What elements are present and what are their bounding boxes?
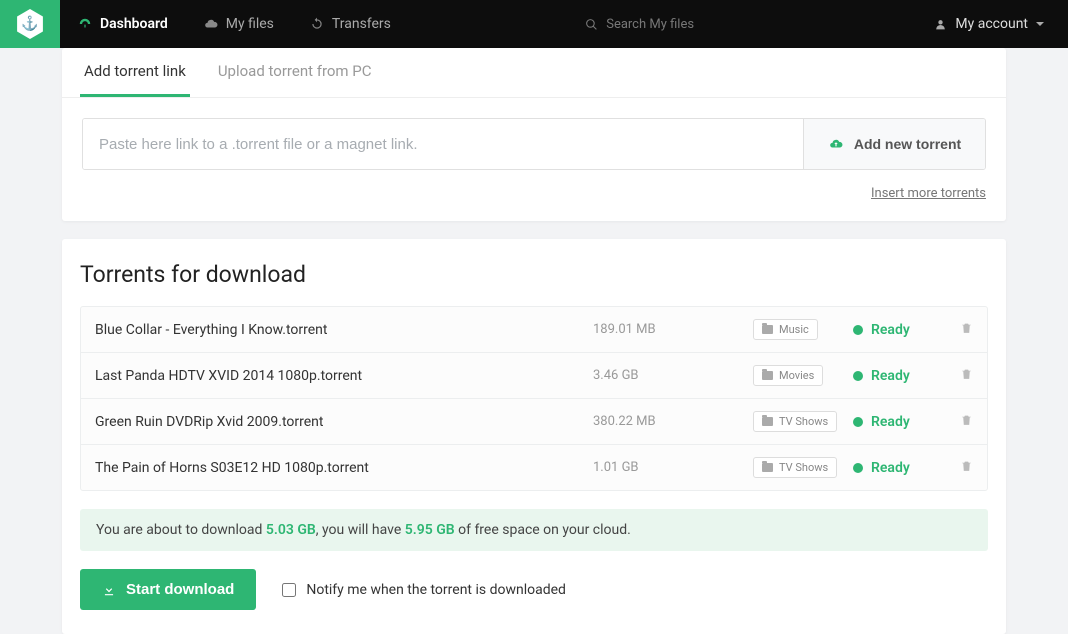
start-download-button[interactable]: Start download	[80, 569, 256, 610]
anchor-icon: ⚓	[21, 16, 38, 32]
folder-icon	[762, 463, 773, 472]
torrent-row: Last Panda HDTV XVID 2014 1080p.torrent3…	[81, 353, 987, 399]
torrent-name: Blue Collar - Everything I Know.torrent	[95, 322, 593, 338]
category-badge[interactable]: Music	[753, 319, 818, 340]
folder-icon	[762, 325, 773, 334]
delete-button[interactable]	[943, 321, 973, 339]
tabs: Add torrent link Upload torrent from PC	[62, 48, 1006, 98]
status-dot-icon	[853, 325, 863, 335]
add-button-label: Add new torrent	[854, 136, 961, 152]
add-new-torrent-button[interactable]: Add new torrent	[803, 119, 985, 169]
insert-more-link[interactable]: Insert more torrents	[871, 186, 986, 201]
user-icon	[934, 18, 947, 31]
status-dot-icon	[853, 371, 863, 381]
logo[interactable]: ⚓	[0, 0, 60, 48]
torrent-status: Ready	[853, 322, 943, 338]
delete-button[interactable]	[943, 367, 973, 385]
search-placeholder: Search My files	[606, 17, 694, 32]
torrent-link-input[interactable]	[83, 119, 803, 169]
torrent-row: The Pain of Horns S03E12 HD 1080p.torren…	[81, 445, 987, 490]
folder-icon	[762, 371, 773, 380]
nav-dashboard-label: Dashboard	[100, 16, 168, 32]
nav-dashboard[interactable]: Dashboard	[60, 0, 186, 48]
cloud-icon	[204, 17, 218, 31]
category-badge[interactable]: TV Shows	[753, 457, 837, 478]
transfers-icon	[310, 17, 324, 31]
torrent-status: Ready	[853, 368, 943, 384]
cloud-upload-icon	[828, 137, 844, 151]
torrent-name: The Pain of Horns S03E12 HD 1080p.torren…	[95, 460, 593, 476]
nav-myfiles[interactable]: My files	[186, 0, 292, 48]
notify-checkbox-wrap[interactable]: Notify me when the torrent is downloaded	[282, 582, 566, 598]
action-row: Start download Notify me when the torren…	[80, 569, 988, 610]
downloads-card: Torrents for download Blue Collar - Ever…	[62, 239, 1006, 634]
search-icon	[585, 18, 598, 31]
account-label: My account	[955, 16, 1028, 32]
torrent-name: Last Panda HDTV XVID 2014 1080p.torrent	[95, 368, 593, 384]
delete-button[interactable]	[943, 459, 973, 477]
chevron-down-icon	[1036, 22, 1044, 26]
nav-transfers-label: Transfers	[332, 16, 391, 32]
download-icon	[102, 583, 116, 597]
torrent-status: Ready	[853, 414, 943, 430]
torrent-size: 3.46 GB	[593, 368, 753, 383]
nav-transfers[interactable]: Transfers	[292, 0, 409, 48]
account-menu[interactable]: My account	[910, 16, 1068, 32]
torrent-status: Ready	[853, 460, 943, 476]
tab-upload-pc[interactable]: Upload torrent from PC	[214, 48, 376, 97]
status-dot-icon	[853, 417, 863, 427]
search-box[interactable]: Search My files	[585, 17, 734, 32]
torrent-size: 380.22 MB	[593, 414, 753, 429]
add-torrent-card: Add torrent link Upload torrent from PC …	[62, 48, 1006, 221]
free-space: 5.95 GB	[405, 522, 455, 538]
status-dot-icon	[853, 463, 863, 473]
notify-label: Notify me when the torrent is downloaded	[306, 582, 566, 598]
notify-checkbox[interactable]	[282, 583, 296, 597]
nav-myfiles-label: My files	[226, 16, 274, 32]
torrent-list: Blue Collar - Everything I Know.torrent1…	[80, 306, 988, 491]
top-navbar: ⚓ Dashboard My files Transfers Search My…	[0, 0, 1068, 48]
total-size: 5.03 GB	[266, 522, 316, 538]
folder-icon	[762, 417, 773, 426]
dashboard-icon	[78, 17, 92, 31]
tab-add-link[interactable]: Add torrent link	[80, 48, 190, 97]
torrent-size: 1.01 GB	[593, 460, 753, 475]
info-bar: You are about to download 5.03 GB, you w…	[80, 509, 988, 551]
torrent-row: Green Ruin DVDRip Xvid 2009.torrent380.2…	[81, 399, 987, 445]
category-badge[interactable]: Movies	[753, 365, 823, 386]
torrent-name: Green Ruin DVDRip Xvid 2009.torrent	[95, 414, 593, 430]
category-badge[interactable]: TV Shows	[753, 411, 837, 432]
start-button-label: Start download	[126, 581, 234, 598]
torrent-row: Blue Collar - Everything I Know.torrent1…	[81, 307, 987, 353]
delete-button[interactable]	[943, 413, 973, 431]
torrent-size: 189.01 MB	[593, 322, 753, 337]
add-input-row: Add new torrent	[82, 118, 986, 170]
downloads-title: Torrents for download	[80, 261, 988, 288]
